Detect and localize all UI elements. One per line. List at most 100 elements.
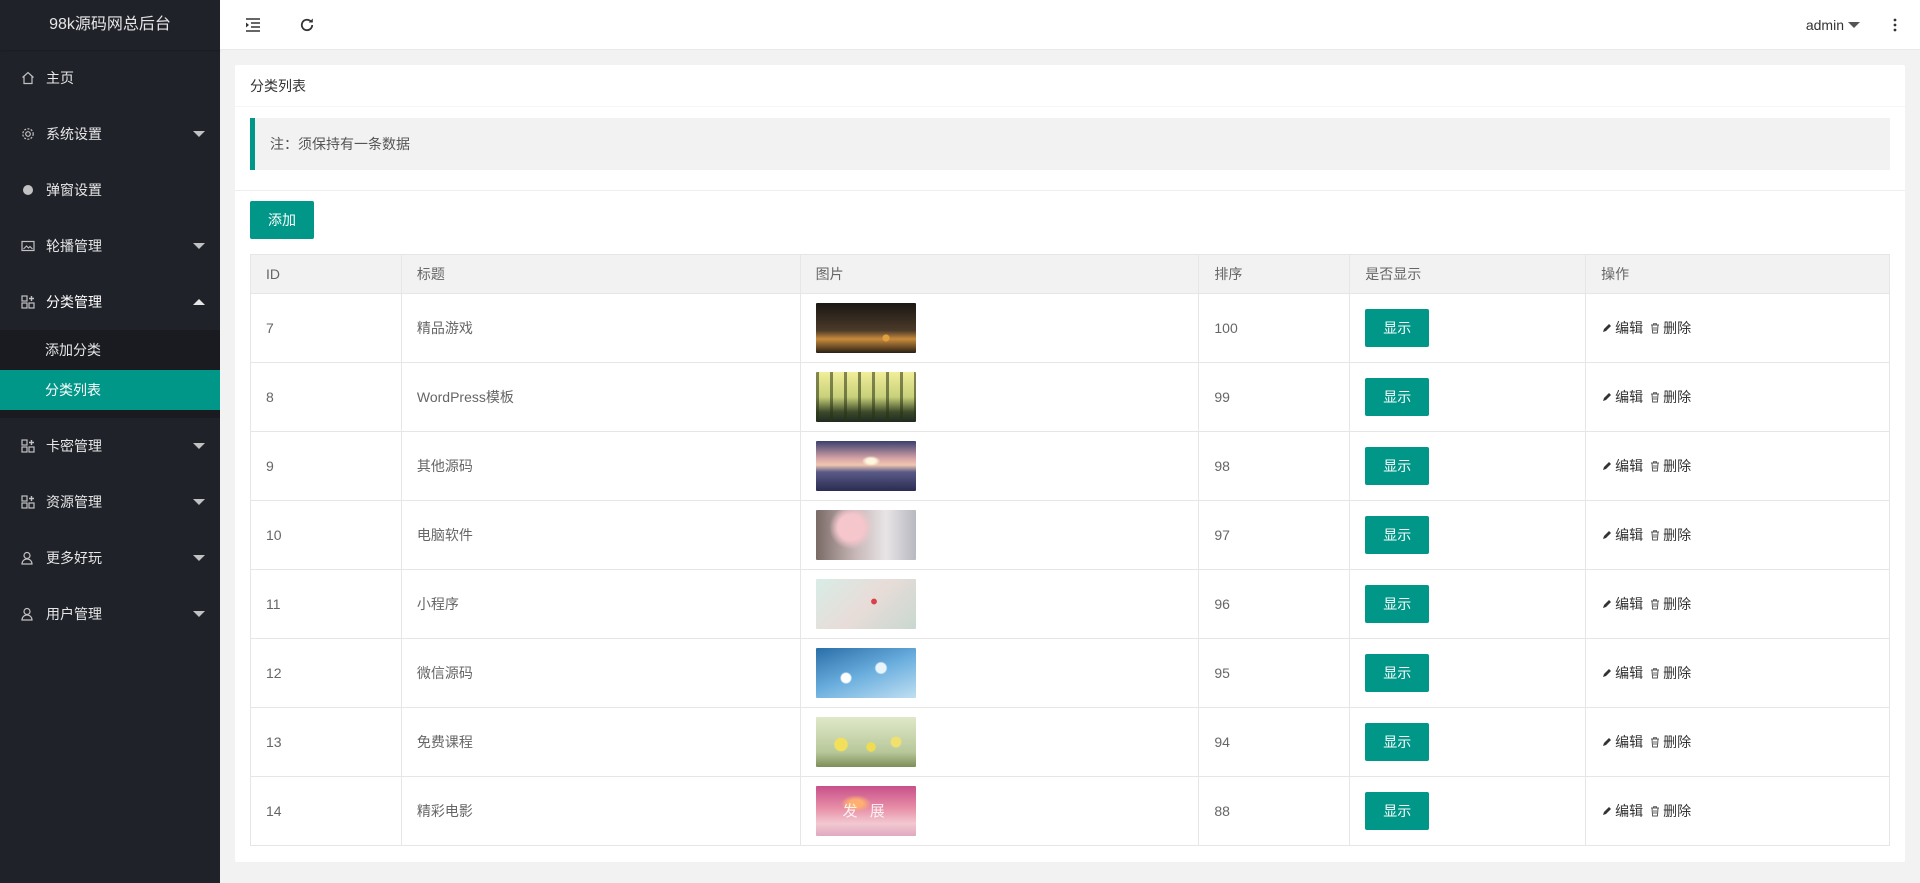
top-header: admin: [220, 0, 1920, 50]
cell-actions: 编辑 删除: [1585, 776, 1890, 846]
caret-down-icon: [193, 243, 205, 249]
edit-button[interactable]: 编辑: [1601, 732, 1643, 752]
cell-id: 9: [250, 431, 402, 501]
show-toggle-button[interactable]: 显示: [1365, 516, 1430, 554]
cell-title: 小程序: [400, 569, 801, 639]
cell-id: 7: [250, 293, 402, 363]
delete-button[interactable]: 删除: [1649, 525, 1691, 545]
edit-button[interactable]: 编辑: [1601, 663, 1643, 683]
edit-button[interactable]: 编辑: [1601, 801, 1643, 821]
cell-visible: 显示: [1349, 500, 1587, 570]
sidebar-nav: 主页 系统设置 弹窗设置 轮播管理 分类管理 添加分类 分类列表卡密管理资源管理更多好玩 用户…: [0, 50, 220, 642]
show-toggle-button[interactable]: 显示: [1365, 792, 1430, 830]
caret-down-icon: [193, 131, 205, 137]
app-grid-icon: [20, 294, 36, 310]
sidebar-item-2[interactable]: 弹窗设置: [0, 162, 220, 218]
sidebar-item-6[interactable]: 资源管理: [0, 474, 220, 530]
table-row: 12 微信源码 95 显示 编辑 删除: [250, 638, 1890, 708]
delete-button[interactable]: 删除: [1649, 732, 1691, 752]
delete-button[interactable]: 删除: [1649, 801, 1691, 821]
cell-actions: 编辑 删除: [1585, 569, 1890, 639]
sidebar-item-3[interactable]: 轮播管理: [0, 218, 220, 274]
cell-id: 10: [250, 500, 402, 570]
divider: [235, 190, 1905, 191]
show-toggle-button[interactable]: 显示: [1365, 447, 1430, 485]
sidebar-item-7[interactable]: 更多好玩: [0, 530, 220, 586]
category-thumbnail[interactable]: [815, 303, 916, 353]
show-toggle-button[interactable]: 显示: [1365, 378, 1430, 416]
refresh-button[interactable]: [282, 0, 332, 50]
delete-label: 删除: [1663, 320, 1692, 336]
cell-image: 发 展: [799, 776, 1200, 846]
table-row: 8 WordPress模板 99 显示 编辑 删除: [250, 362, 1890, 432]
sidebar-item-0[interactable]: 主页: [0, 50, 220, 106]
category-thumbnail[interactable]: [815, 441, 916, 491]
show-toggle-button[interactable]: 显示: [1365, 654, 1430, 692]
trash-icon: [1651, 599, 1660, 610]
delete-button[interactable]: 删除: [1649, 594, 1691, 614]
submenu-item-0[interactable]: 添加分类: [0, 330, 220, 370]
submenu-spacer: [0, 410, 220, 418]
delete-button[interactable]: 删除: [1649, 387, 1691, 407]
caret-down-icon: [193, 555, 205, 561]
cell-title: 其他源码: [400, 431, 801, 501]
cell-sort: 97: [1198, 500, 1351, 570]
cell-sort: 94: [1198, 707, 1351, 777]
table-row: 14 精彩电影 发 展 88 显示 编辑 删除: [250, 776, 1890, 846]
edit-label: 编辑: [1615, 527, 1644, 543]
app-logo[interactable]: 98k源码网总后台: [0, 0, 220, 50]
submenu-item-1[interactable]: 分类列表: [0, 370, 220, 410]
delete-button[interactable]: 删除: [1649, 456, 1691, 476]
user-icon: [20, 550, 36, 566]
category-thumbnail[interactable]: [815, 717, 916, 767]
edit-button[interactable]: 编辑: [1601, 594, 1643, 614]
edit-icon: [1603, 324, 1612, 332]
cell-visible: 显示: [1349, 362, 1587, 432]
cell-actions: 编辑 删除: [1585, 431, 1890, 501]
delete-label: 删除: [1663, 734, 1692, 750]
cell-actions: 编辑 删除: [1585, 707, 1890, 777]
table-row: 13 免费课程 94 显示 编辑 删除: [250, 707, 1890, 777]
edit-icon: [1603, 600, 1612, 608]
sidebar-item-5[interactable]: 卡密管理: [0, 418, 220, 474]
edit-button[interactable]: 编辑: [1601, 387, 1643, 407]
delete-label: 删除: [1663, 527, 1692, 543]
column-header-visible: 是否显示: [1349, 254, 1587, 294]
edit-button[interactable]: 编辑: [1601, 456, 1643, 476]
more-button[interactable]: [1870, 0, 1920, 50]
caret-down-icon: [193, 443, 205, 449]
sidebar-item-8[interactable]: 用户管理: [0, 586, 220, 642]
column-header-title: 标题: [400, 254, 801, 294]
show-toggle-button[interactable]: 显示: [1365, 309, 1430, 347]
category-thumbnail[interactable]: [815, 372, 916, 422]
menu-toggle-button[interactable]: [228, 0, 278, 50]
sidebar-item-4[interactable]: 分类管理: [0, 274, 220, 330]
edit-button[interactable]: 编辑: [1601, 525, 1643, 545]
category-thumbnail[interactable]: 发 展: [815, 786, 916, 836]
category-thumbnail[interactable]: [815, 648, 916, 698]
edit-icon: [1603, 531, 1612, 539]
delete-button[interactable]: 删除: [1649, 318, 1691, 338]
user-menu[interactable]: admin: [1806, 0, 1860, 50]
edit-label: 编辑: [1615, 458, 1644, 474]
cell-id: 11: [250, 569, 402, 639]
edit-label: 编辑: [1615, 320, 1644, 336]
cell-title: 电脑软件: [400, 500, 801, 570]
cell-sort: 88: [1198, 776, 1351, 846]
category-thumbnail[interactable]: [815, 510, 916, 560]
delete-button[interactable]: 删除: [1649, 663, 1691, 683]
sidebar-item-1[interactable]: 系统设置: [0, 106, 220, 162]
cell-id: 12: [250, 638, 402, 708]
sidebar-item-label: 资源管理: [46, 494, 102, 510]
show-toggle-button[interactable]: 显示: [1365, 585, 1430, 623]
edit-label: 编辑: [1615, 665, 1644, 681]
edit-button[interactable]: 编辑: [1601, 318, 1643, 338]
category-thumbnail[interactable]: [815, 579, 916, 629]
cell-sort: 96: [1198, 569, 1351, 639]
show-toggle-button[interactable]: 显示: [1365, 723, 1430, 761]
edit-label: 编辑: [1615, 803, 1644, 819]
table-header-row: ID 标题 图片 排序 是否显示 操作: [250, 254, 1890, 294]
cell-visible: 显示: [1349, 707, 1587, 777]
cell-image: [799, 362, 1200, 432]
add-button[interactable]: 添加: [250, 201, 314, 239]
